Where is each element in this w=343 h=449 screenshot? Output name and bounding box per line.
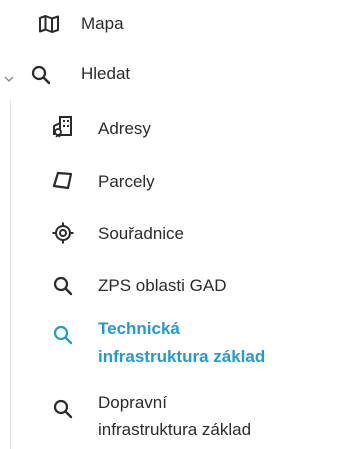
nav-item-parcely[interactable]: Parcely <box>52 164 222 196</box>
parcel-polygon-icon <box>52 171 74 191</box>
nav-item-souradnice[interactable]: Souřadnice <box>52 216 222 248</box>
coordinates-target-icon <box>52 222 74 244</box>
nav-item-label: Hledat <box>81 64 131 83</box>
search-icon <box>53 399 73 419</box>
search-icon <box>53 325 73 345</box>
nav-item-technicka-infrastruktura-zaklad[interactable]: Technická infrastruktura základ <box>52 316 342 376</box>
nav-item-label-line1: Dopravní <box>98 393 167 412</box>
address-building-icon <box>52 115 74 139</box>
nav-item-label: ZPS oblasti GAD <box>98 276 227 295</box>
navigation-tree: Mapa Hledat Adresy Parcely Souřadnice ZP… <box>0 0 343 449</box>
map-icon <box>38 14 60 34</box>
nav-item-dopravni-infrastruktura-zaklad[interactable]: Dopravní infrastruktura základ <box>52 390 342 448</box>
nav-item-label-line2: infrastruktura základ <box>98 420 252 439</box>
nav-item-label: Adresy <box>98 119 151 138</box>
nav-item-label: Souřadnice <box>98 224 185 243</box>
nav-item-label-line1: Technická <box>98 319 180 338</box>
search-icon <box>31 65 51 85</box>
nav-item-label-line2: infrastruktura základ <box>98 347 266 366</box>
search-icon <box>53 276 73 296</box>
nav-item-label: Parcely <box>98 172 155 191</box>
nav-item-adresy[interactable]: Adresy <box>52 111 222 143</box>
nav-item-hledat[interactable]: Hledat <box>4 60 184 92</box>
nav-item-label: Mapa <box>81 14 124 33</box>
nav-item-mapa[interactable]: Mapa <box>38 8 178 40</box>
nav-item-zps-oblasti-gad[interactable]: ZPS oblasti GAD <box>52 268 252 300</box>
chevron-down-icon[interactable] <box>4 70 14 88</box>
tree-guide-line <box>10 100 11 449</box>
